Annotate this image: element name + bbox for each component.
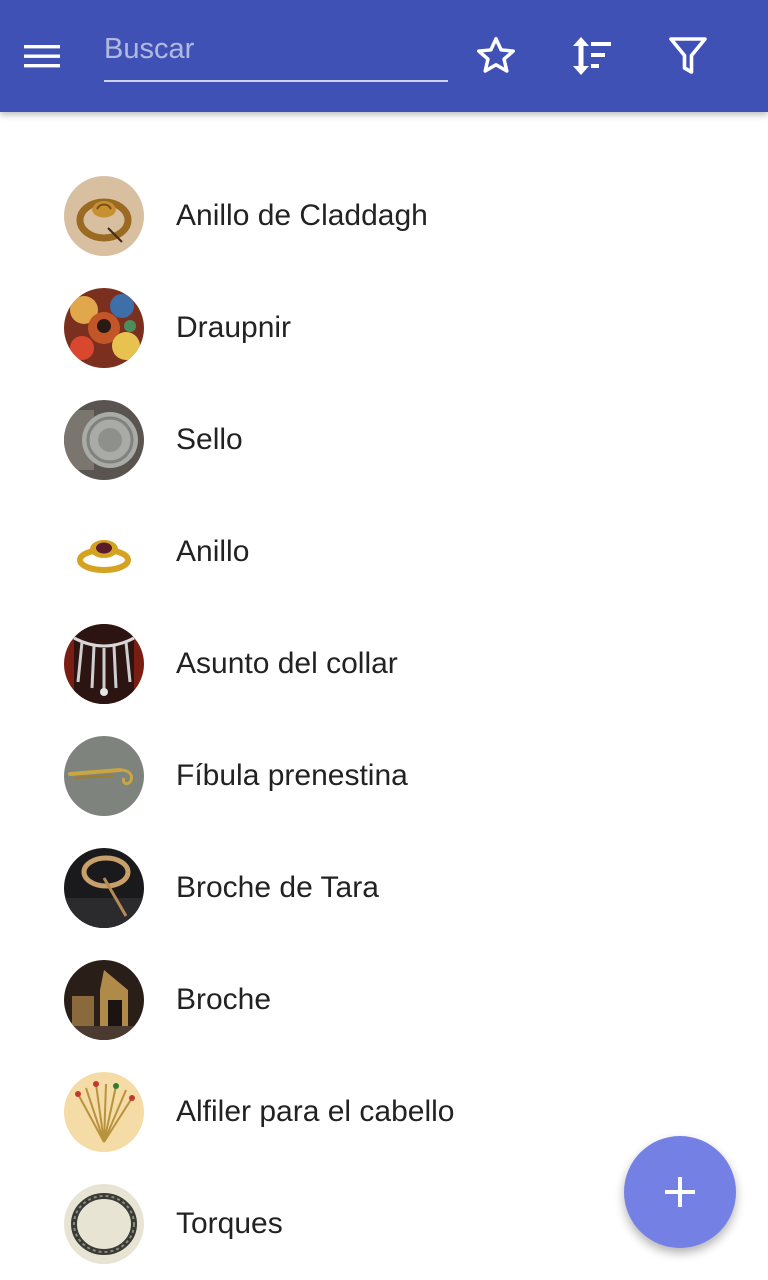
claddagh-ring-thumbnail bbox=[64, 176, 144, 256]
item-label: Anillo de Claddagh bbox=[176, 199, 428, 232]
necklace-thumbnail bbox=[64, 624, 144, 704]
list-item[interactable]: Sello bbox=[0, 384, 768, 496]
list-item[interactable]: Broche de Tara bbox=[0, 832, 768, 944]
item-label: Broche bbox=[176, 983, 272, 1016]
menu-button[interactable] bbox=[24, 32, 88, 80]
fibula-thumbnail bbox=[64, 736, 144, 816]
item-label: Torques bbox=[176, 1207, 283, 1240]
menu-icon bbox=[24, 45, 60, 68]
item-label: Alfiler para el cabello bbox=[176, 1095, 455, 1128]
filter-icon bbox=[669, 37, 707, 74]
search-input[interactable] bbox=[104, 24, 448, 74]
app-bar bbox=[0, 0, 768, 112]
filter-button[interactable] bbox=[660, 28, 716, 84]
seal-thumbnail bbox=[64, 400, 144, 480]
item-label: Asunto del collar bbox=[176, 647, 398, 680]
plus-icon bbox=[665, 1177, 695, 1207]
search-field bbox=[104, 24, 448, 82]
list-item[interactable]: Anillo de Claddagh bbox=[0, 160, 768, 272]
list-item[interactable]: Fíbula prenestina bbox=[0, 720, 768, 832]
list-item[interactable]: Broche bbox=[0, 944, 768, 1056]
favorites-button[interactable] bbox=[468, 28, 524, 84]
draupnir-thumbnail bbox=[64, 288, 144, 368]
sort-icon bbox=[573, 37, 611, 75]
torc-thumbnail bbox=[64, 1184, 144, 1264]
hairpin-thumbnail bbox=[64, 1072, 144, 1152]
item-label: Fíbula prenestina bbox=[176, 759, 408, 792]
item-list: Anillo de Claddagh Draupnir Sello Anillo… bbox=[0, 160, 768, 1280]
list-item[interactable]: Anillo bbox=[0, 496, 768, 608]
item-label: Anillo bbox=[176, 535, 250, 568]
add-button[interactable] bbox=[624, 1136, 736, 1248]
star-outline-icon bbox=[477, 37, 515, 73]
list-item[interactable]: Draupnir bbox=[0, 272, 768, 384]
sort-button[interactable] bbox=[564, 28, 620, 84]
item-label: Broche de Tara bbox=[176, 871, 379, 904]
ring-thumbnail bbox=[64, 512, 144, 592]
tara-brooch-thumbnail bbox=[64, 848, 144, 928]
list-item[interactable]: Asunto del collar bbox=[0, 608, 768, 720]
brooch-thumbnail bbox=[64, 960, 144, 1040]
item-label: Draupnir bbox=[176, 311, 292, 344]
item-label: Sello bbox=[176, 423, 243, 456]
